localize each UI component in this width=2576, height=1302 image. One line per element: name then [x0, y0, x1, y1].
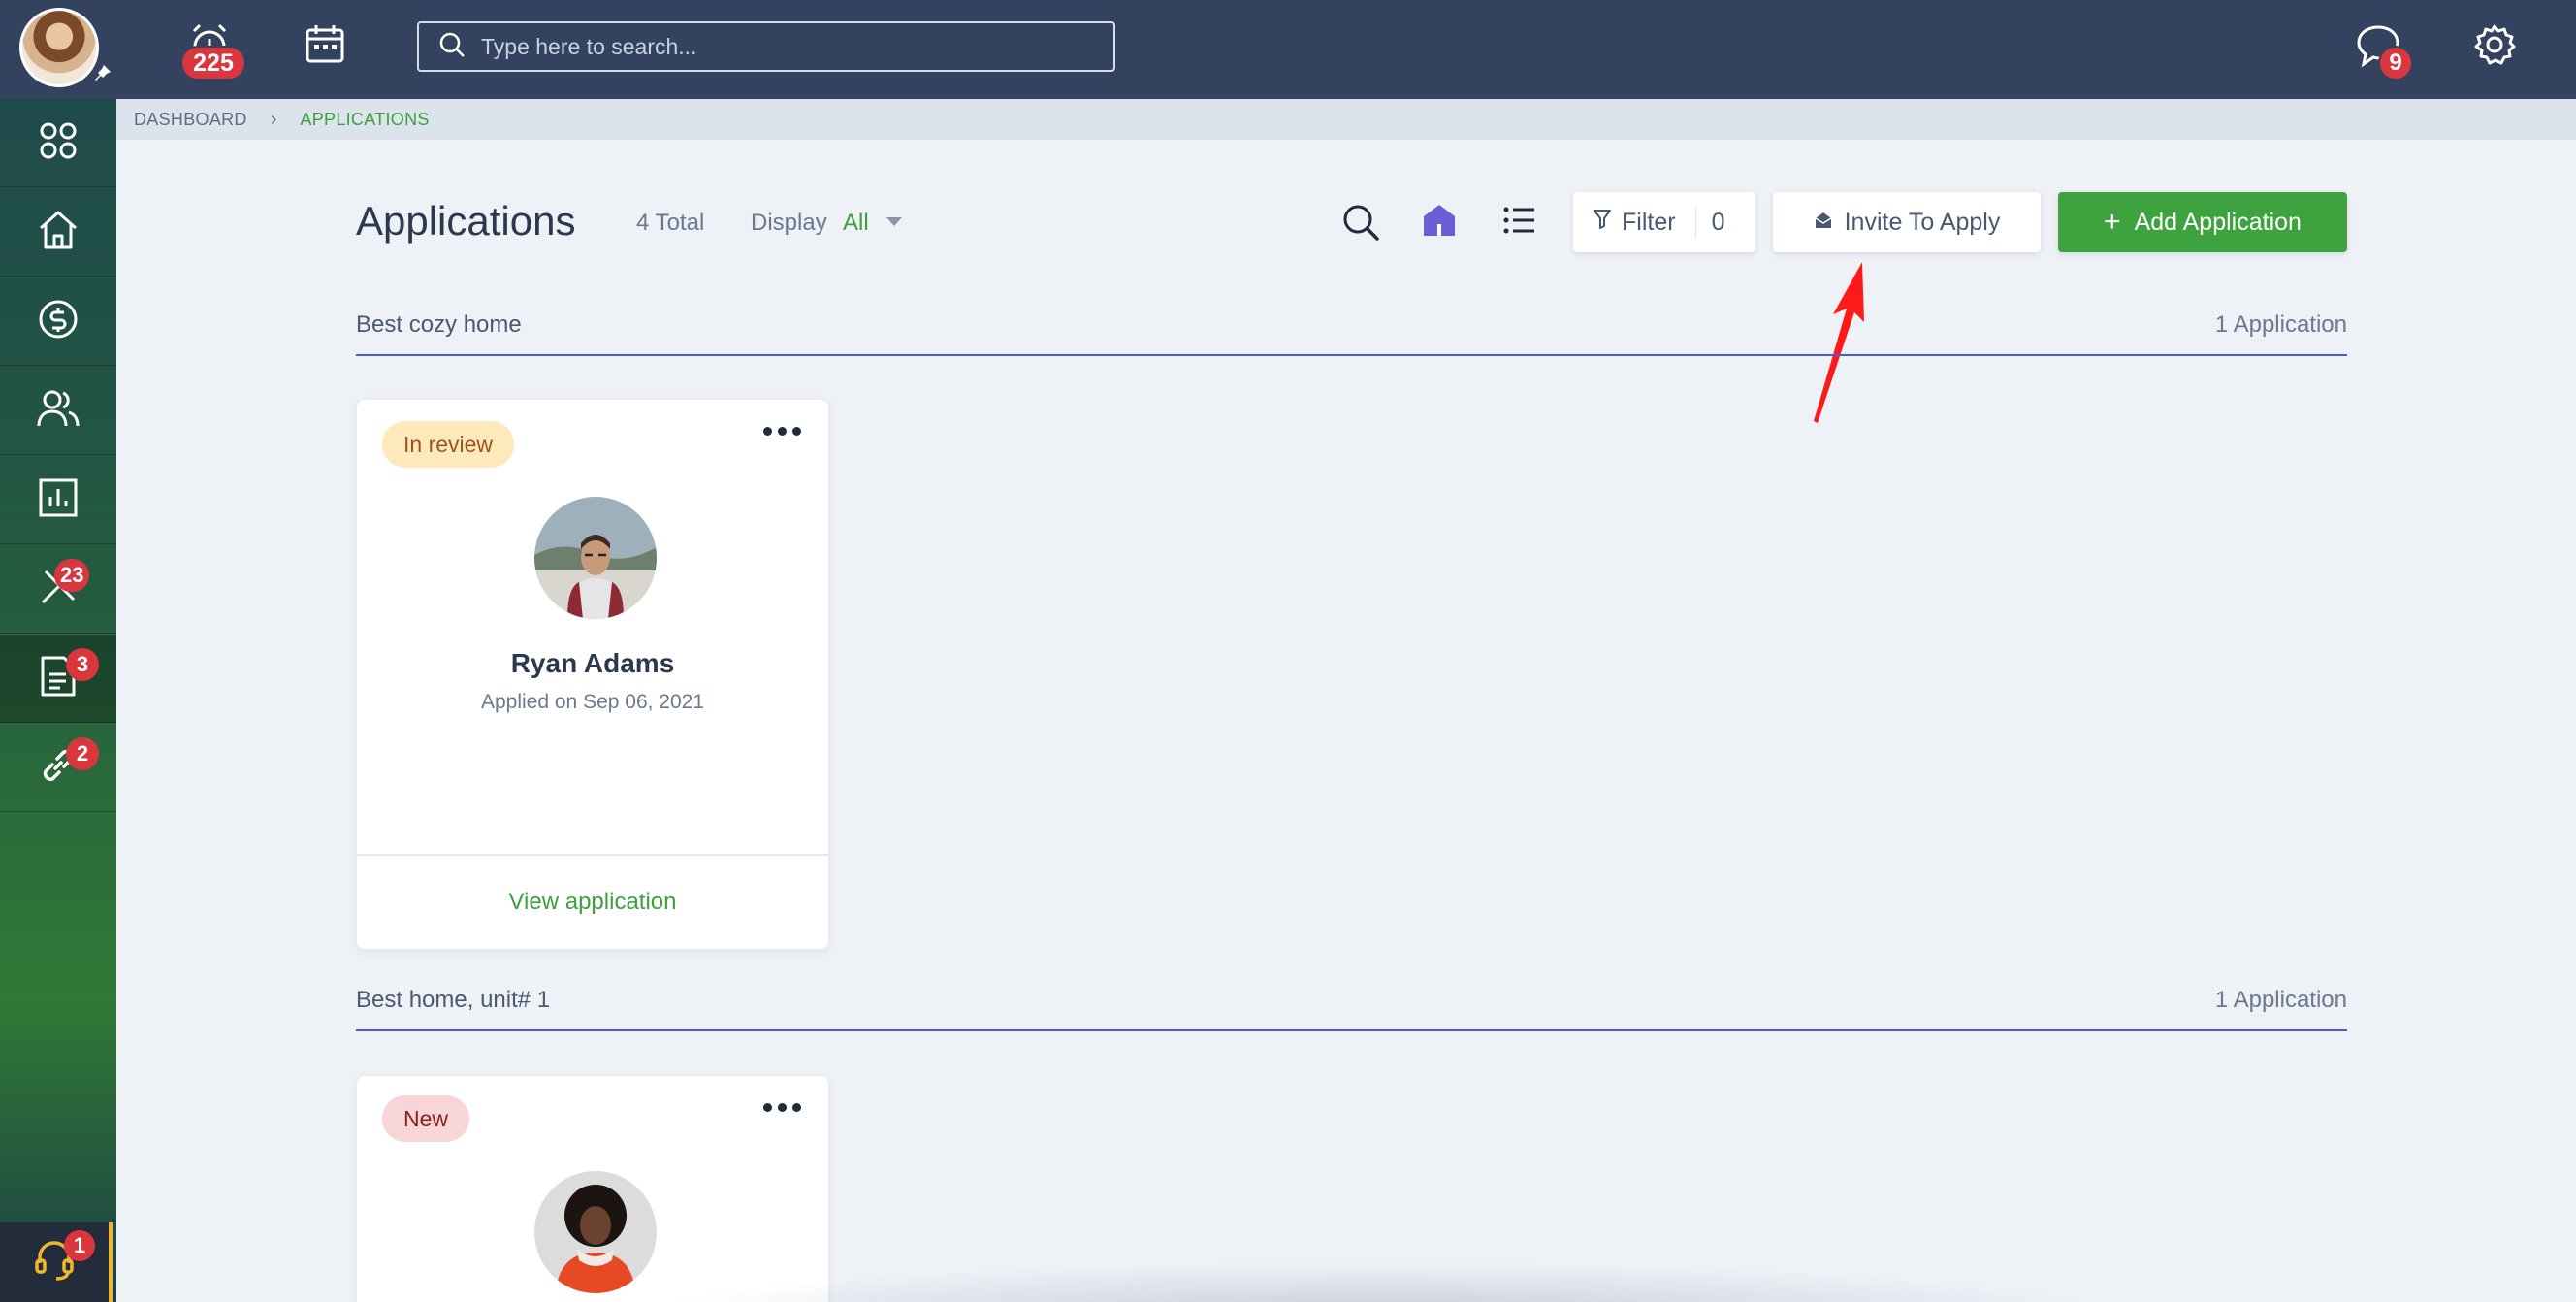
gear-icon[interactable] [2473, 23, 2516, 66]
group-title: Best home, unit# 1 [356, 987, 551, 1013]
group-title: Best cozy home [356, 311, 522, 338]
dollar-icon [37, 298, 80, 345]
group-count: 1 Application [2214, 311, 2347, 338]
pin-icon[interactable] [93, 64, 113, 83]
invite-to-apply-button[interactable]: Invite To Apply [1773, 192, 2041, 252]
list-view-icon[interactable] [1503, 206, 1536, 240]
more-options-icon[interactable] [763, 1103, 801, 1112]
display-dropdown[interactable]: All [843, 210, 869, 237]
applicant-name[interactable]: Ryan Adams [357, 648, 828, 679]
application-card: In review Ryan Adams Applied on Sep 06, … [357, 400, 828, 949]
status-badge: New [382, 1095, 470, 1142]
sidebar-item-payments[interactable] [0, 277, 116, 366]
add-label: Add Application [2134, 208, 2302, 236]
search-bar[interactable] [417, 21, 1115, 72]
display-label: Display [751, 210, 827, 236]
search-icon [438, 31, 466, 63]
envelope-icon [1814, 209, 1833, 237]
people-icon [36, 387, 80, 435]
filter-label: Filter [1622, 208, 1676, 236]
total-count: 4 Total [636, 210, 705, 236]
plus-icon: + [2104, 206, 2121, 238]
maintenance-count-badge: 23 [54, 559, 90, 592]
group-divider [356, 1029, 2347, 1031]
links-count-badge: 2 [66, 737, 99, 770]
bottom-shadow [621, 1261, 2134, 1302]
help-count-badge: 1 [64, 1230, 95, 1261]
add-application-button[interactable]: + Add Application [2058, 192, 2347, 252]
search-icon[interactable] [1341, 203, 1380, 246]
breadcrumb-dashboard[interactable]: DASHBOARD [134, 110, 247, 130]
more-options-icon[interactable] [763, 427, 801, 436]
sidebar-item-maintenance[interactable]: 23 [0, 545, 116, 634]
search-input[interactable] [481, 33, 1102, 60]
group-count: 1 Application [2214, 987, 2347, 1013]
breadcrumb: DASHBOARD › APPLICATIONS [116, 99, 2576, 140]
alarm-count-badge: 225 [180, 46, 246, 81]
grid-icon [38, 120, 79, 166]
view-application-link[interactable]: View application [357, 889, 828, 916]
filter-icon [1593, 209, 1612, 237]
chevron-right-icon: › [270, 108, 277, 130]
chevron-down-icon[interactable] [886, 217, 902, 226]
sidebar-item-applications[interactable]: 3 [0, 635, 116, 723]
filter-button[interactable]: Filter 0 [1573, 192, 1755, 252]
sidebar-item-people[interactable] [0, 367, 116, 455]
page-title: Applications [356, 198, 576, 244]
invite-label: Invite To Apply [1844, 208, 2001, 236]
filter-divider [1694, 207, 1696, 238]
user-avatar[interactable] [19, 8, 99, 87]
home-icon [37, 209, 80, 256]
top-bar: 225 9 [0, 0, 2576, 99]
status-badge: In review [382, 421, 515, 468]
house-view-icon[interactable] [1422, 203, 1457, 243]
help-button[interactable]: 1 [0, 1222, 113, 1302]
sidebar: 23 3 2 [0, 99, 116, 1302]
applicant-photo [534, 497, 657, 619]
applied-date: Applied on Sep 06, 2021 [480, 691, 705, 713]
card-divider [357, 854, 828, 856]
sidebar-item-home[interactable] [0, 188, 116, 277]
filter-count: 0 [1711, 208, 1725, 236]
sidebar-item-links[interactable]: 2 [0, 724, 116, 812]
sidebar-item-dashboard[interactable] [0, 99, 116, 187]
sidebar-item-reports[interactable] [0, 456, 116, 544]
chart-icon [38, 477, 79, 523]
chat-count-badge: 9 [2378, 46, 2413, 81]
applications-count-badge: 3 [66, 648, 99, 681]
group-divider [356, 354, 2347, 356]
calendar-icon[interactable] [305, 23, 345, 64]
red-arrow-annotation [1804, 260, 1882, 430]
breadcrumb-applications: APPLICATIONS [300, 109, 430, 129]
